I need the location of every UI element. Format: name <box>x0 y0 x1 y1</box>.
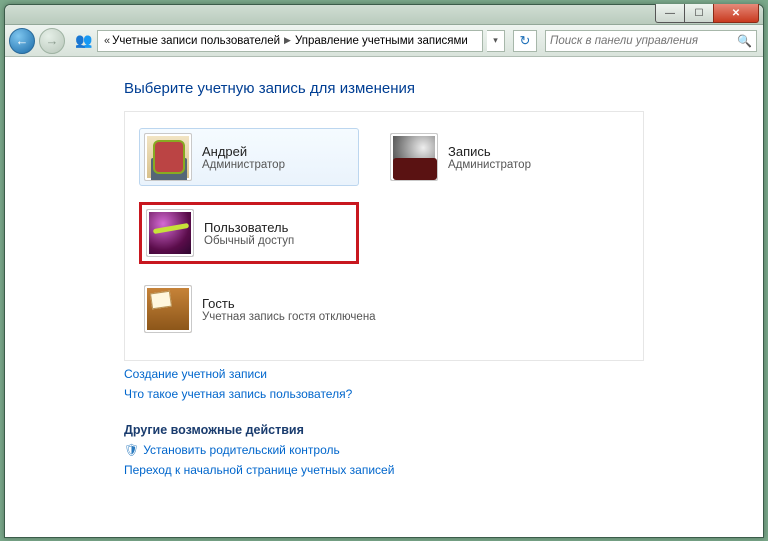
navigation-bar: ← → 👥 « Учетные записи пользователей ▶ У… <box>5 25 763 57</box>
refresh-icon: ↻ <box>520 33 531 49</box>
link-accounts-home[interactable]: Переход к начальной странице учетных зап… <box>124 463 762 477</box>
accounts-panel: Андрей Администратор Запись Администрато… <box>124 111 644 361</box>
back-button[interactable]: ← <box>9 28 35 54</box>
search-icon: 🔍 <box>737 34 752 48</box>
chevrons-icon: « <box>104 35 110 47</box>
control-panel-window: — ☐ ✕ ← → 👥 « Учетные записи пользовател… <box>4 4 764 538</box>
account-tile-polzovatel[interactable]: Пользователь Обычный доступ <box>139 202 359 264</box>
account-role: Администратор <box>202 159 285 171</box>
avatar-disc-icon <box>390 133 438 181</box>
avatar-suitcase-icon <box>144 285 192 333</box>
close-button[interactable]: ✕ <box>713 4 759 23</box>
account-name: Пользователь <box>204 220 294 235</box>
breadcrumb-level1[interactable]: Учетные записи пользователей <box>112 35 280 47</box>
search-box[interactable]: 🔍 <box>545 30 757 52</box>
account-name: Гость <box>202 296 376 311</box>
page-heading: Выберите учетную запись для изменения <box>124 80 762 97</box>
breadcrumb[interactable]: « Учетные записи пользователей ▶ Управле… <box>97 30 483 52</box>
titlebar[interactable]: — ☐ ✕ <box>5 5 763 25</box>
account-name: Андрей <box>202 144 285 159</box>
chevron-down-icon: ▾ <box>493 35 498 46</box>
forward-button[interactable]: → <box>39 28 65 54</box>
link-create-account[interactable]: Создание учетной записи <box>124 367 762 381</box>
avatar-robot-icon <box>144 133 192 181</box>
avatar-sphere-icon <box>146 209 194 257</box>
users-icon: 👥 <box>75 32 93 50</box>
window-controls: — ☐ ✕ <box>656 4 759 23</box>
breadcrumb-dropdown[interactable]: ▾ <box>487 30 505 52</box>
account-role: Обычный доступ <box>204 235 294 247</box>
account-tile-andrey[interactable]: Андрей Администратор <box>139 128 359 186</box>
account-tile-guest[interactable]: Гость Учетная запись гостя отключена <box>139 280 439 338</box>
link-what-is-account[interactable]: Что такое учетная запись пользователя? <box>124 387 762 401</box>
chevron-right-icon: ▶ <box>284 35 291 46</box>
content-area: Выберите учетную запись для изменения Ан… <box>6 58 762 536</box>
other-actions-heading: Другие возможные действия <box>124 423 762 437</box>
arrow-right-icon: → <box>46 33 59 48</box>
account-role: Администратор <box>448 159 531 171</box>
maximize-button[interactable]: ☐ <box>684 4 714 23</box>
minimize-button[interactable]: — <box>655 4 685 23</box>
account-name: Запись <box>448 144 531 159</box>
arrow-left-icon: ← <box>16 33 29 48</box>
refresh-button[interactable]: ↻ <box>513 30 537 52</box>
search-input[interactable] <box>550 35 737 47</box>
breadcrumb-level2[interactable]: Управление учетными записями <box>295 35 468 47</box>
account-tile-zapis[interactable]: Запись Администратор <box>385 128 605 186</box>
link-parental-controls[interactable]: Установить родительский контроль <box>124 443 762 457</box>
account-role: Учетная запись гостя отключена <box>202 311 376 323</box>
